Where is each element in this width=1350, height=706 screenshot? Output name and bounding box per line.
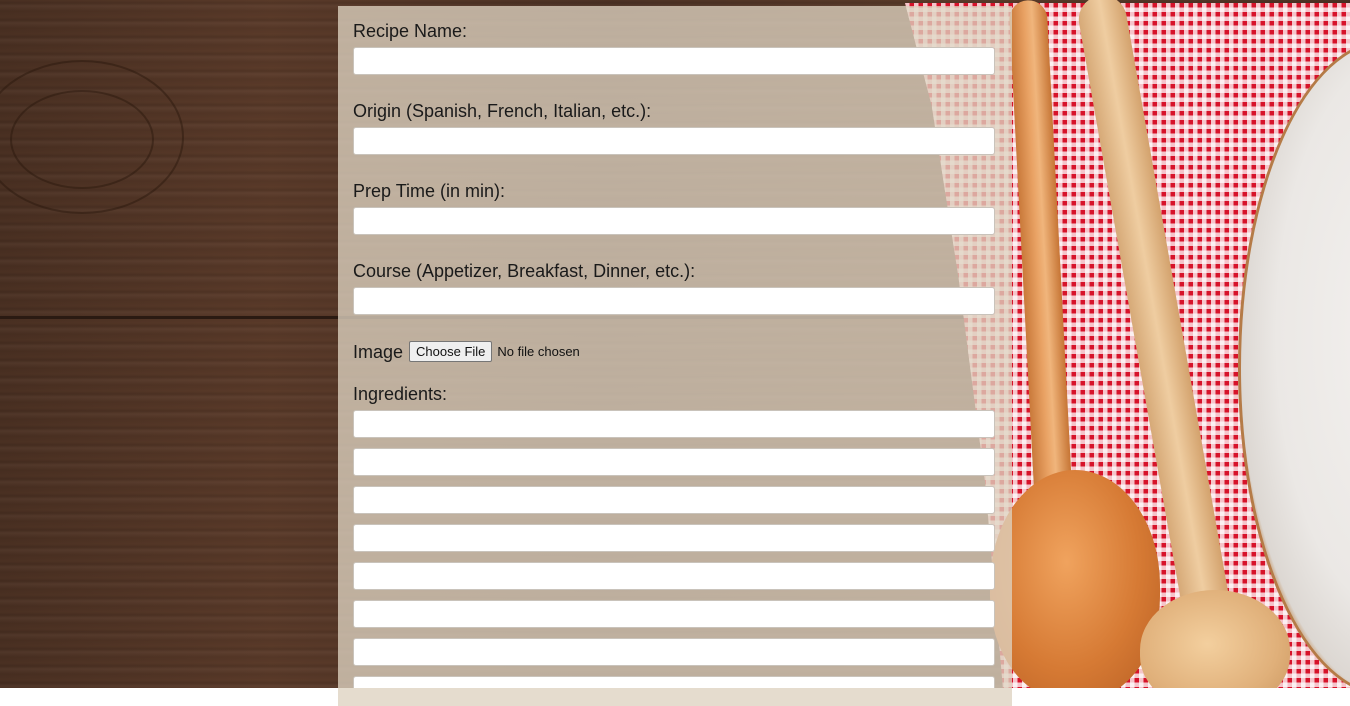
ingredient-input-8[interactable] xyxy=(353,676,995,688)
origin-label: Origin (Spanish, French, Italian, etc.): xyxy=(353,101,652,121)
file-status-text: No file chosen xyxy=(497,344,580,359)
ingredient-input-5[interactable] xyxy=(353,562,995,590)
ingredient-input-1[interactable] xyxy=(353,410,995,438)
ingredient-input-2[interactable] xyxy=(353,448,995,476)
ingredients-label: Ingredients: xyxy=(353,384,448,404)
wood-knot xyxy=(10,90,154,189)
prep-time-label: Prep Time (in min): xyxy=(353,181,506,201)
ingredient-input-7[interactable] xyxy=(353,638,995,666)
recipe-name-input[interactable] xyxy=(353,47,995,75)
ingredient-input-6[interactable] xyxy=(353,600,995,628)
image-upload-row: Image Choose File No file chosen xyxy=(353,341,580,362)
course-label: Course (Appetizer, Breakfast, Dinner, et… xyxy=(353,261,696,281)
choose-file-button[interactable]: Choose File xyxy=(409,341,493,362)
ingredient-input-4[interactable] xyxy=(353,524,995,552)
origin-input[interactable] xyxy=(353,127,995,155)
recipe-name-label: Recipe Name: xyxy=(353,21,468,41)
ingredient-input-3[interactable] xyxy=(353,486,995,514)
image-label: Image xyxy=(353,341,404,362)
wooden-spoon-head xyxy=(990,470,1160,688)
prep-time-input[interactable] xyxy=(353,207,995,235)
course-input[interactable] xyxy=(353,287,995,315)
